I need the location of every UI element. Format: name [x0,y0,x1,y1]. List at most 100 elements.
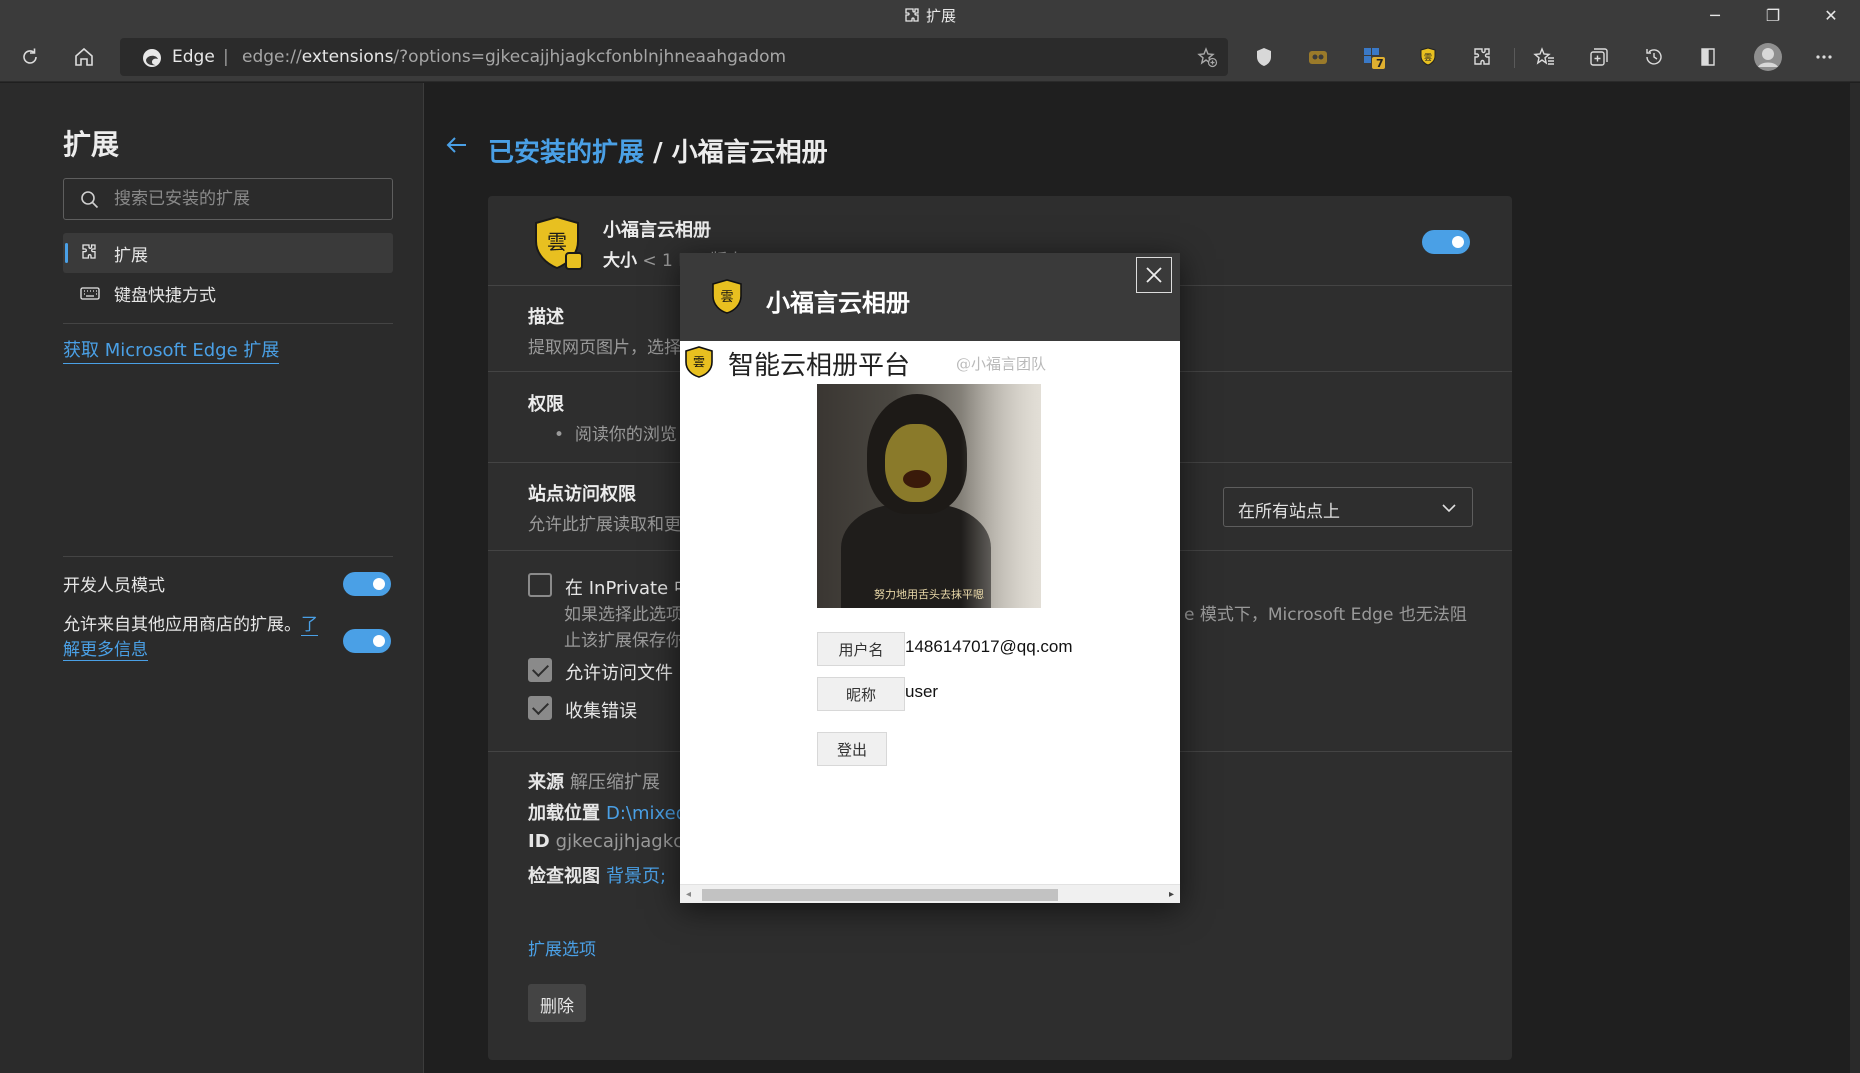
divider [63,556,393,557]
extension-4-button[interactable]: 雲 [1411,40,1445,74]
keyboard-icon [80,287,100,300]
learn-more-link[interactable]: 解更多信息 [63,640,148,661]
minimize-icon: ─ [1710,5,1720,25]
remove-button[interactable]: 删除 [528,984,586,1022]
id-row: ID gjkecajjhjagkc [528,831,683,852]
id-label: ID [528,831,550,852]
collections-button[interactable] [1582,40,1616,74]
url-host: extensions [301,47,394,67]
home-button[interactable] [67,40,101,74]
dialog-horizontal-scrollbar[interactable]: ◂ ▸ [680,884,1180,903]
source-label: 来源 [528,772,564,793]
allow-other-stores-toggle[interactable] [343,629,391,653]
svg-text:雲: 雲 [720,290,733,305]
restore-button[interactable]: ❐ [1745,0,1801,30]
breadcrumb: 已安装的扩展 / 小福言云相册 [488,132,828,169]
photo-figure-mouth [903,470,931,488]
browser-brand: Edge [172,47,215,67]
more-icon [1816,55,1832,59]
scroll-right-icon[interactable]: ▸ [1169,889,1174,900]
learn-more-link[interactable]: 了 [301,615,318,636]
sidebar-item-extensions[interactable]: 扩展 [63,233,393,273]
dialog-close-button[interactable] [1136,257,1172,293]
edge-logo-icon [143,49,161,67]
add-favorite-icon[interactable] [1196,46,1218,68]
user-avatar-image: 努力地用舌头去抹平嗯 [817,384,1041,608]
extension-1-button[interactable] [1247,40,1281,74]
title-bar: 扩展 ─ ❐ ✕ [0,0,1860,30]
site-access-dropdown[interactable]: 在所有站点上 [1223,487,1473,527]
extensions-button[interactable] [1465,40,1499,74]
svg-text:雲: 雲 [693,355,705,369]
restore-icon: ❐ [1765,5,1781,25]
page-scrollbar[interactable] [1850,83,1860,1073]
allow-file-access-checkbox[interactable] [528,658,552,682]
inprivate-label: 在 InPrivate 中 [565,578,692,599]
extension-3-button[interactable]: 7 [1356,40,1390,74]
toolbar-divider [1514,48,1515,68]
collect-errors-label: 收集错误 [565,701,637,722]
developer-mode-label: 开发人员模式 [63,576,165,596]
get-extensions-link[interactable]: 获取 Microsoft Edge 扩展 [63,336,280,364]
collect-errors-checkbox[interactable] [528,696,552,720]
load-location-label: 加载位置 [528,803,600,824]
extension-2-button[interactable] [1301,40,1335,74]
load-location-link[interactable]: D:\mixed [606,803,687,824]
site-access-text: 允许此扩展读取和更 [528,515,681,535]
favorites-icon [1533,47,1554,65]
permissions-item: • 阅读你的浏览 [554,425,677,445]
history-button[interactable] [1637,40,1671,74]
back-arrow-icon[interactable] [444,132,470,158]
site-access-value: 在所有站点上 [1238,502,1340,522]
browser-toolbar: Edge | edge://extensions/?options=gjkeca… [0,30,1860,82]
platform-heading: 智能云相册平台 [728,351,911,381]
refresh-button[interactable] [13,40,47,74]
svg-text:雲: 雲 [547,230,567,254]
username-value: 1486147017@qq.com [905,637,1073,656]
divider [63,323,393,324]
description-heading: 描述 [528,307,564,328]
minimize-button[interactable]: ─ [1687,0,1743,30]
nickname-value: user [905,682,939,701]
sidebar-button[interactable] [1691,40,1725,74]
extension-2-icon [1309,51,1327,64]
favorites-button[interactable] [1527,40,1561,74]
photo-caption: 努力地用舌头去抹平嗯 [874,588,984,601]
breadcrumb-current: 小福言云相册 [671,138,828,168]
xiaofuyan-logo-icon: 雲 [712,279,742,314]
dialog-header: 雲 小福言云相册 [680,253,1180,341]
sidebar-item-label: 扩展 [114,245,148,266]
extension-1-icon [1257,48,1271,66]
url-text[interactable]: edge://extensions/?options=gjkecajjhjagk… [242,47,786,67]
background-page-link[interactable]: 背景页; [606,866,666,887]
history-icon [1646,49,1662,65]
extension-enabled-toggle[interactable] [1422,230,1470,254]
profile-button[interactable] [1751,40,1785,74]
sidebar-item-keyboard-shortcuts[interactable]: 键盘快捷方式 [63,273,393,313]
extension-options-link[interactable]: 扩展选项 [528,935,596,960]
close-icon [1146,267,1162,283]
breadcrumb-installed-extensions-link[interactable]: 已安装的扩展 [488,138,644,168]
logout-button[interactable]: 登出 [817,732,887,766]
sidebar-item-label: 键盘快捷方式 [114,285,216,306]
extensions-icon [1474,48,1490,65]
address-bar[interactable]: Edge | edge://extensions/?options=gjkeca… [120,38,1228,76]
search-box[interactable] [63,178,393,220]
developer-mode-toggle[interactable] [343,572,391,596]
search-input[interactable] [114,185,384,213]
close-window-button[interactable]: ✕ [1803,0,1859,30]
window-title-text: 扩展 [925,7,956,25]
chevron-down-icon [1442,504,1456,513]
extension-icon [82,244,96,259]
inspect-views-row: 检查视图 背景页; [528,862,666,888]
close-icon: ✕ [1824,5,1838,25]
scroll-left-icon[interactable]: ◂ [686,889,691,900]
inprivate-checkbox[interactable] [528,573,552,597]
scrollbar-thumb[interactable] [702,889,1058,901]
more-button[interactable] [1807,40,1841,74]
dialog-body: 雲 智能云相册平台 @小福言团队 努力地用舌头去抹平嗯 用户名 14861470… [680,341,1180,903]
xiaofuyan-logo-icon: 雲 [685,346,713,378]
permissions-heading: 权限 [528,394,564,415]
description-text: 提取网页图片，选择 [528,338,681,358]
svg-text:雲: 雲 [1424,53,1432,62]
